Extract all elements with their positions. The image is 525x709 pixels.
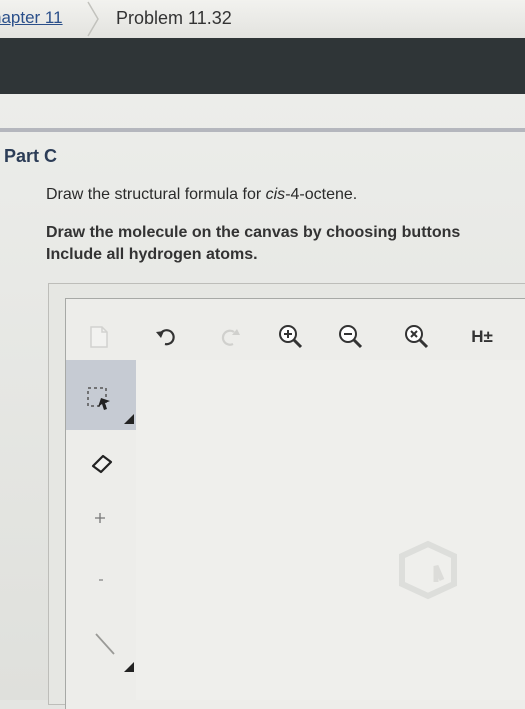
redo-icon bbox=[221, 329, 240, 346]
new-document-button[interactable] bbox=[84, 322, 114, 352]
prompt-molecule: cis bbox=[265, 186, 286, 203]
zoom-in-button[interactable] bbox=[274, 320, 306, 352]
minus-charge-icon bbox=[99, 579, 103, 581]
prompt-suffix: -4-octene. bbox=[285, 186, 358, 203]
prompt-prefix: Draw the structural formula for bbox=[46, 186, 266, 203]
minus-charge-button[interactable] bbox=[94, 570, 108, 590]
section-divider bbox=[0, 128, 525, 132]
new-document-icon bbox=[90, 326, 108, 348]
hydrogen-toggle-button[interactable]: H± bbox=[462, 322, 502, 352]
breadcrumb-current: Problem 11.32 bbox=[116, 8, 232, 28]
header-bar bbox=[0, 38, 525, 94]
select-tool-button[interactable] bbox=[66, 360, 136, 430]
watermark-benzene-icon bbox=[399, 540, 457, 600]
plus-charge-icon bbox=[95, 513, 105, 523]
clear-button[interactable] bbox=[400, 320, 432, 352]
single-bond-icon bbox=[95, 633, 134, 672]
question-instruction: Draw the molecule on the canvas by choos… bbox=[46, 222, 460, 266]
undo-button[interactable] bbox=[152, 322, 182, 352]
select-lasso-icon bbox=[87, 387, 134, 424]
breadcrumb-previous-link[interactable]: hapter 11 bbox=[0, 8, 63, 28]
drawing-canvas[interactable] bbox=[136, 360, 525, 700]
part-title: Part C bbox=[4, 146, 58, 166]
hydrogen-toggle-label: H± bbox=[471, 327, 493, 346]
clear-icon bbox=[405, 325, 429, 349]
eraser-tool-button[interactable] bbox=[84, 446, 120, 480]
zoom-out-icon bbox=[339, 325, 363, 349]
zoom-in-icon bbox=[279, 325, 303, 349]
instruction-line-1: Draw the molecule on the canvas by choos… bbox=[46, 224, 461, 241]
redo-button[interactable] bbox=[214, 322, 244, 352]
undo-icon bbox=[156, 329, 175, 346]
single-bond-tool-button[interactable] bbox=[84, 632, 140, 678]
question-prompt: Draw the structural formula for cis-4-oc… bbox=[46, 186, 357, 204]
plus-charge-button[interactable] bbox=[90, 508, 110, 528]
eraser-icon bbox=[91, 454, 113, 474]
breadcrumb-separator-icon bbox=[87, 1, 99, 37]
breadcrumb: hapter 11 Problem 11.32 bbox=[0, 0, 525, 39]
instruction-line-2: Include all hydrogen atoms. bbox=[46, 246, 258, 263]
zoom-out-button[interactable] bbox=[334, 320, 366, 352]
